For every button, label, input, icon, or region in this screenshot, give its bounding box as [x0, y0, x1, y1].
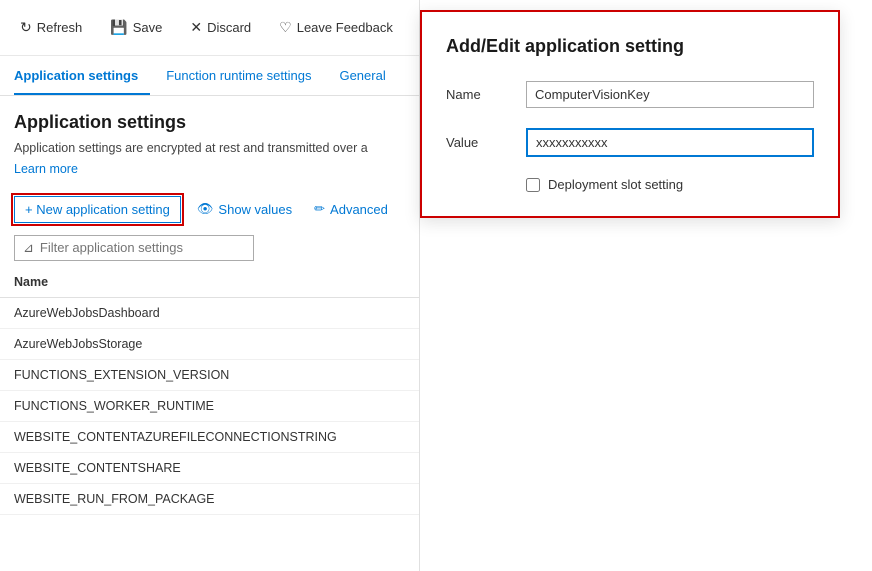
tab-function-runtime-settings[interactable]: Function runtime settings — [166, 60, 323, 95]
pencil-icon: ✏ — [314, 201, 325, 217]
table-row[interactable]: AzureWebJobsDashboard — [0, 298, 419, 329]
advanced-button[interactable]: ✏ Advanced — [308, 196, 394, 222]
value-label: Value — [446, 135, 526, 150]
name-field-row: Name — [446, 81, 814, 108]
table-row[interactable]: WEBSITE_CONTENTAZUREFILECONNECTIONSTRING — [0, 422, 419, 453]
filter-row: ⊿ — [0, 229, 419, 267]
name-label: Name — [446, 87, 526, 102]
refresh-icon: ↻ — [20, 19, 32, 36]
refresh-button[interactable]: ↻ Refresh — [14, 15, 88, 40]
save-icon: 💾 — [110, 19, 127, 36]
action-row: + New application setting 👁 Show values … — [0, 190, 419, 229]
new-application-setting-button[interactable]: + New application setting — [14, 196, 181, 223]
table-row[interactable]: AzureWebJobsStorage — [0, 329, 419, 360]
value-field-row: Value — [446, 128, 814, 157]
table-row[interactable]: FUNCTIONS_WORKER_RUNTIME — [0, 391, 419, 422]
learn-more-link[interactable]: Learn more — [0, 162, 419, 190]
toolbar: ↻ Refresh 💾 Save ✕ Discard ♡ Leave Feedb… — [0, 0, 419, 56]
deployment-slot-row: Deployment slot setting — [526, 177, 814, 192]
section-heading: Application settings — [0, 96, 419, 139]
tab-general[interactable]: General — [339, 60, 397, 95]
section-description: Application settings are encrypted at re… — [0, 139, 419, 162]
table-row[interactable]: FUNCTIONS_EXTENSION_VERSION — [0, 360, 419, 391]
add-edit-panel: Add/Edit application setting Name Value … — [420, 10, 840, 218]
value-input[interactable] — [526, 128, 814, 157]
deployment-slot-label: Deployment slot setting — [548, 177, 683, 192]
eye-icon: 👁 — [197, 201, 214, 217]
deployment-slot-checkbox[interactable] — [526, 178, 540, 192]
discard-icon: ✕ — [190, 19, 202, 36]
left-panel: ↻ Refresh 💾 Save ✕ Discard ♡ Leave Feedb… — [0, 0, 420, 571]
heart-icon: ♡ — [279, 19, 292, 36]
filter-icon: ⊿ — [23, 240, 34, 256]
discard-button[interactable]: ✕ Discard — [184, 15, 257, 40]
filter-input-wrap[interactable]: ⊿ — [14, 235, 254, 261]
feedback-button[interactable]: ♡ Leave Feedback — [273, 15, 399, 40]
tab-application-settings[interactable]: Application settings — [14, 60, 150, 95]
tabs-bar: Application settings Function runtime se… — [0, 56, 419, 96]
show-values-button[interactable]: 👁 Show values — [191, 196, 298, 222]
panel-title: Add/Edit application setting — [446, 36, 814, 57]
name-input[interactable] — [526, 81, 814, 108]
table-row[interactable]: WEBSITE_CONTENTSHARE — [0, 453, 419, 484]
filter-input[interactable] — [40, 240, 245, 255]
table-header: Name — [0, 267, 419, 298]
table-row[interactable]: WEBSITE_RUN_FROM_PACKAGE — [0, 484, 419, 515]
save-button[interactable]: 💾 Save — [104, 15, 168, 40]
